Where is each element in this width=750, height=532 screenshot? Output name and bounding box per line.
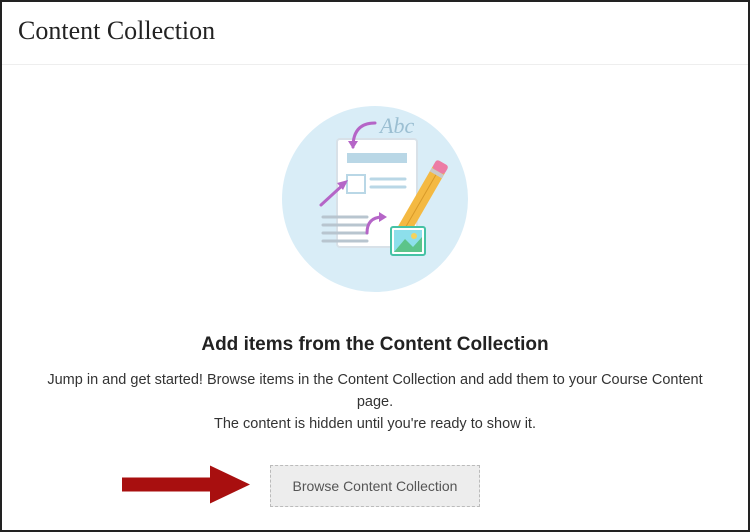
description-line-2: The content is hidden until you're ready… <box>35 414 715 436</box>
abc-text: Abc <box>378 113 414 138</box>
content-collection-illustration: Abc <box>275 99 475 304</box>
main-content: Abc Add items fr <box>2 65 748 507</box>
page-title: Content Collection <box>18 16 732 46</box>
button-row: Browse Content Collection <box>2 465 748 507</box>
annotation-arrow-icon <box>122 464 252 509</box>
description-line-1: Jump in and get started! Browse items in… <box>35 370 715 414</box>
page-header: Content Collection <box>2 2 748 65</box>
browse-content-collection-button[interactable]: Browse Content Collection <box>270 465 481 507</box>
main-heading: Add items from the Content Collection <box>2 334 748 356</box>
